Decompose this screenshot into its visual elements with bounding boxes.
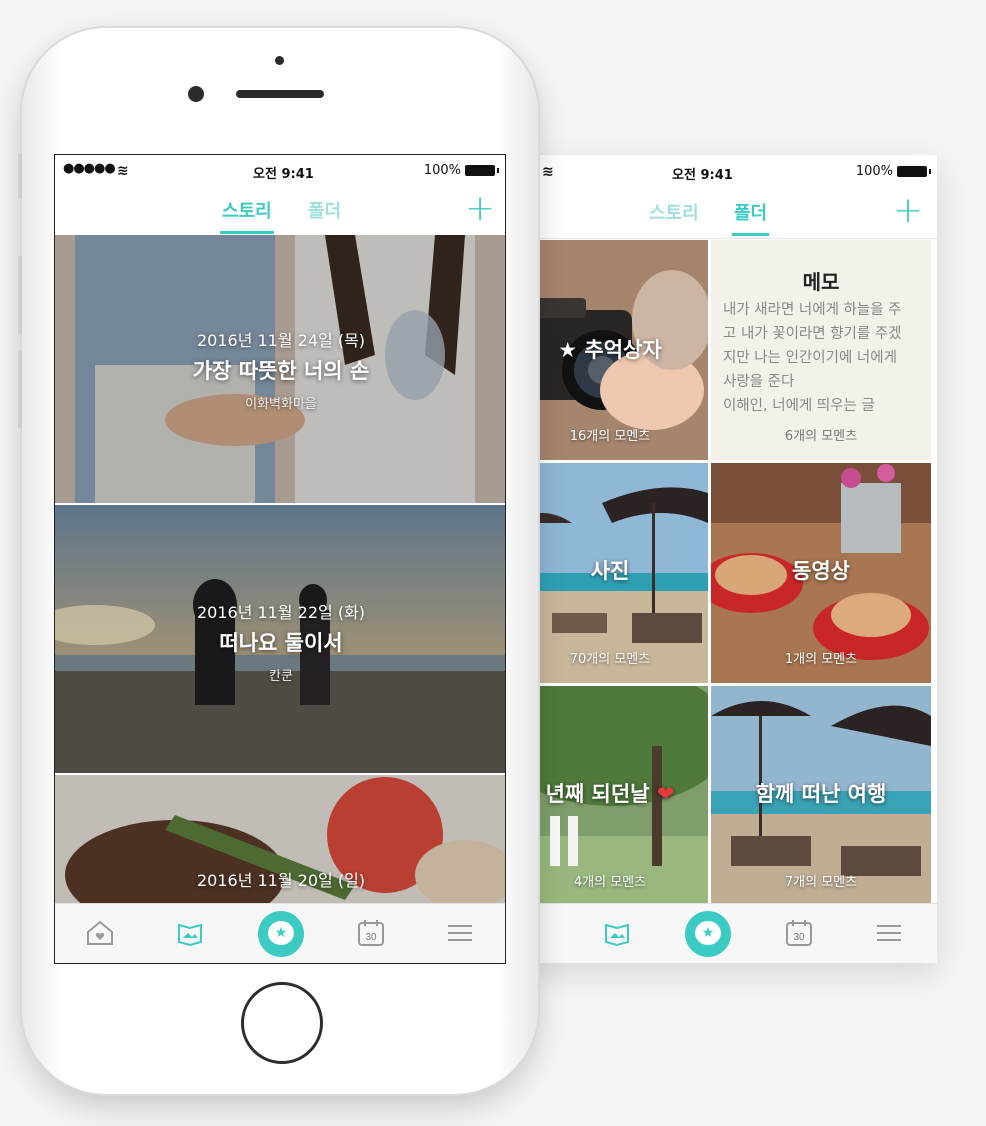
tab-story[interactable]: 스토리 <box>649 199 699 225</box>
moments-star-button[interactable]: ★ <box>685 911 731 957</box>
volume-up-button <box>18 256 22 334</box>
story-place: 이화벽화마을 <box>245 397 317 412</box>
top-nav: 스토리 폴더 + <box>512 189 937 239</box>
status-bar: ≋ 오전 9:41 100% <box>512 155 937 189</box>
story-card[interactable]: 2016년 11월 20일 (일) <box>55 775 505 905</box>
story-screen: ●●●●● ≋ 오전 9:41 100% 스토리 폴더 + 2016년 11월 … <box>54 154 506 964</box>
battery-percent: 100% <box>423 163 461 178</box>
mute-switch <box>18 153 22 199</box>
story-card[interactable]: 2016년 11월 22일 (화) 떠나요 둘이서 칸쿤 <box>55 505 505 773</box>
add-button[interactable]: + <box>893 191 923 231</box>
story-date: 2016년 11월 24일 (목) <box>196 331 366 350</box>
album-icon[interactable] <box>602 918 632 948</box>
folder-count: 1개의 모멘츠 <box>784 652 858 667</box>
tab-story[interactable]: 스토리 <box>220 197 274 234</box>
signal-icon: ●●●●● <box>63 161 116 176</box>
bottom-tabbar: ★ 30 <box>55 903 505 963</box>
folder-tile[interactable]: 사진 70개의 모멘츠 <box>512 463 708 683</box>
battery-icon <box>897 166 931 177</box>
menu-icon[interactable] <box>445 918 475 948</box>
battery-percent: 100% <box>855 164 893 179</box>
folder-name: 메모 <box>802 270 840 294</box>
folder-count: 6개의 모멘츠 <box>784 429 858 444</box>
calendar-icon[interactable]: 30 <box>356 918 386 948</box>
folder-tile[interactable]: 동영상 1개의 모멘츠 <box>711 463 931 683</box>
folder-tile[interactable]: 메모 내가 새라면 너에게 하늘을 주 고 내가 꽃이라면 향기를 주겠 지만 … <box>711 240 931 460</box>
folder-count: 4개의 모멘츠 <box>573 875 647 890</box>
story-date: 2016년 11월 22일 (화) <box>196 603 366 622</box>
status-time: 오전 9:41 <box>672 168 733 183</box>
story-title: 가장 따뜻한 너의 손 <box>192 359 370 383</box>
album-icon[interactable] <box>175 918 205 948</box>
status-time: 오전 9:41 <box>253 167 314 182</box>
bottom-tabbar: ★ 30 <box>512 903 937 963</box>
calendar-day: 30 <box>793 932 805 943</box>
story-place: 칸쿤 <box>269 669 293 684</box>
volume-down-button <box>18 350 22 428</box>
story-feed: 2016년 11월 24일 (목) 가장 따뜻한 너의 손 이화벽화마을 201… <box>55 235 505 905</box>
folder-count: 70개의 모멘츠 <box>569 652 651 667</box>
star-icon: ★ <box>701 925 715 941</box>
top-nav: 스토리 폴더 + <box>55 187 505 235</box>
story-date: 2016년 11월 20일 (일) <box>196 871 366 890</box>
folder-name: 동영상 <box>792 559 850 583</box>
tab-folder[interactable]: 폴더 <box>731 199 770 236</box>
phone-frame: ●●●●● ≋ 오전 9:41 100% 스토리 폴더 + 2016년 11월 … <box>18 28 538 1094</box>
folder-name: 년째 되던날 ❤ <box>545 782 675 806</box>
status-bar: ●●●●● ≋ 오전 9:41 100% <box>55 155 505 187</box>
folder-screen: ≋ 오전 9:41 100% 스토리 폴더 + ★ 추억상자 16개의 모멘츠 … <box>512 155 937 963</box>
folder-count: 7개의 모멘츠 <box>784 875 858 890</box>
folder-name: ★ 추억상자 <box>558 338 662 362</box>
home-button[interactable] <box>241 982 323 1064</box>
memo-text: 내가 새라면 너에게 하늘을 주 고 내가 꽃이라면 향기를 주겠 지만 나는 … <box>723 302 902 414</box>
star-icon: ★ <box>558 338 578 362</box>
calendar-day: 30 <box>365 932 377 943</box>
calendar-icon[interactable]: 30 <box>784 918 814 948</box>
wifi-icon: ≋ <box>542 164 554 180</box>
folder-tile[interactable]: 년째 되던날 ❤ 4개의 모멘츠 <box>512 686 708 906</box>
wifi-icon: ≋ <box>117 163 129 179</box>
menu-icon[interactable] <box>874 918 904 948</box>
front-camera <box>188 86 204 102</box>
story-card[interactable]: 2016년 11월 24일 (목) 가장 따뜻한 너의 손 이화벽화마을 <box>55 235 505 503</box>
folder-count: 16개의 모멘츠 <box>569 429 651 444</box>
folder-tile[interactable]: 함께 떠난 여행 7개의 모멘츠 <box>711 686 931 906</box>
star-icon: ★ <box>274 925 288 941</box>
tab-folder[interactable]: 폴더 <box>308 197 341 223</box>
proximity-sensor <box>275 56 284 65</box>
story-title: 떠나요 둘이서 <box>219 631 343 655</box>
heart-icon: ❤ <box>656 782 675 806</box>
add-button[interactable]: + <box>465 189 495 229</box>
folder-name: 사진 <box>590 559 630 583</box>
battery-icon <box>465 165 499 176</box>
home-icon[interactable] <box>85 918 115 948</box>
moments-star-button[interactable]: ★ <box>258 911 304 957</box>
earpiece-speaker <box>236 90 324 98</box>
folder-tile[interactable]: ★ 추억상자 16개의 모멘츠 <box>512 240 708 460</box>
folder-name: 함께 떠난 여행 <box>755 782 887 806</box>
